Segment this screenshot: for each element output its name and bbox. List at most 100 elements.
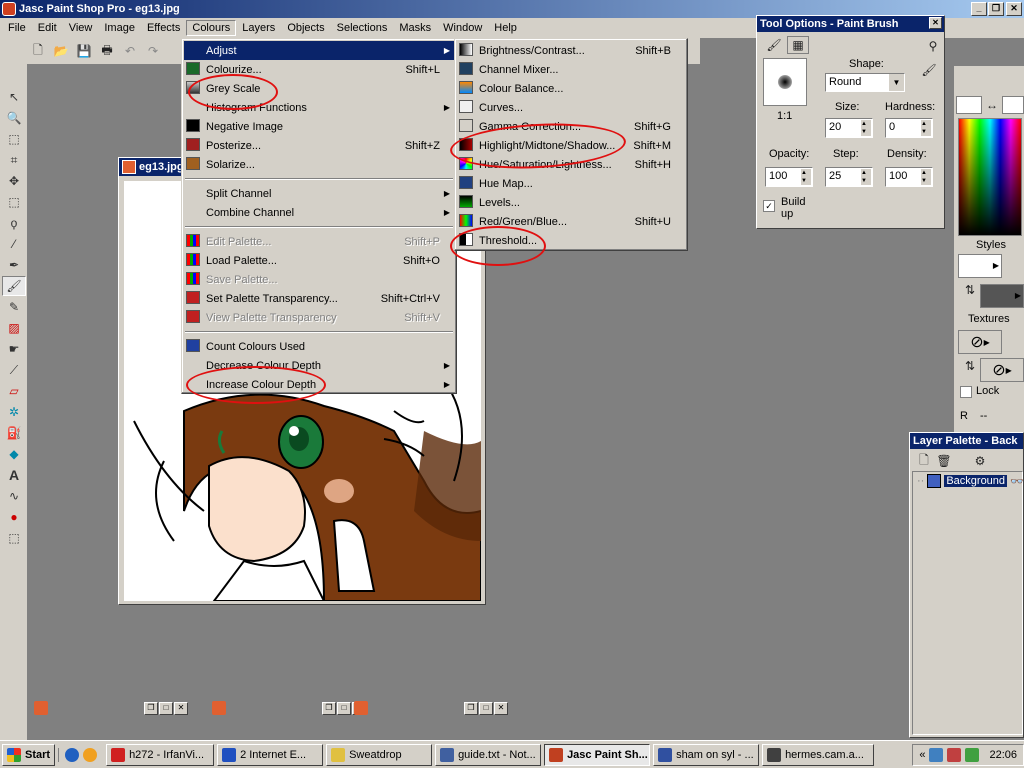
crop-tool-icon[interactable]: ⌗ [2,150,26,170]
tray-app-icon[interactable] [947,747,962,762]
menu-item-histogram-functions[interactable]: Histogram Functions ▶ [184,98,454,117]
arrow-tool-icon[interactable]: ↖ [2,87,26,107]
preset-shapes-tool-icon[interactable]: ● [2,507,26,527]
menu-item-grey-scale[interactable]: Grey Scale [184,79,454,98]
opacity-input[interactable]: 100 [765,167,813,187]
menu-item-channel-mixer[interactable]: Channel Mixer... [457,60,685,79]
restore-button[interactable]: ❐ [988,2,1004,16]
open-file-icon[interactable]: 📂 [51,41,71,61]
media-player-icon[interactable] [83,747,98,762]
background-style-swatch[interactable]: ▶ [980,284,1024,308]
menu-item-levels[interactable]: Levels... [457,193,685,212]
taskbar-item[interactable]: 2 Internet E... [217,743,324,766]
menu-help[interactable]: Help [488,20,523,36]
eraser-tool-icon[interactable]: ▱ [2,381,26,401]
step-input[interactable]: 25 [825,167,873,187]
menu-item-colour-balance[interactable]: Colour Balance... [457,79,685,98]
menu-item-save-palette[interactable]: Save Palette... [184,270,454,289]
close-button[interactable]: ✕ [1006,2,1022,16]
menu-item-negative-image[interactable]: Negative Image [184,117,454,136]
start-button[interactable]: Start [2,743,56,766]
lasso-tool-icon[interactable]: ϙ [2,213,26,233]
menu-selections[interactable]: Selections [331,20,394,36]
minimized-window[interactable]: Image3* [1:...❐□✕ [208,698,366,718]
tool-options-close-button[interactable]: ✕ [929,17,942,29]
menu-item-brightness-contrast[interactable]: Brightness/Contrast... Shift+B [457,41,685,60]
taskbar-item[interactable]: sham on syl - ... [653,743,760,766]
print-icon[interactable]: 🖶 [97,41,117,61]
network-icon[interactable] [929,747,944,762]
taskbar-item[interactable]: Jasc Paint Sh... [544,743,651,766]
menu-masks[interactable]: Masks [393,20,437,36]
no-texture-icon[interactable]: ⊘ ▶ [958,330,1002,354]
menu-item-posterize[interactable]: Posterize... Shift+Z [184,136,454,155]
restore-button[interactable]: ❐ [464,701,478,715]
menu-item-highlight-midtone-shadow[interactable]: Highlight/Midtone/Shadow... Shift+M [457,136,685,155]
menu-objects[interactable]: Objects [281,20,330,36]
taskbar-item[interactable]: Sweatdrop [326,743,433,766]
menu-item-hue-map[interactable]: Hue Map... [457,174,685,193]
colour-swatch-small-2[interactable] [1002,96,1024,114]
colour-replacer-tool-icon[interactable]: ▨ [2,318,26,338]
menu-item-decrease-colour-depth[interactable]: Decrease Colour Depth ▶ [184,356,454,375]
menu-item-hue-saturation-lightness[interactable]: Hue/Saturation/Lightness... Shift+H [457,155,685,174]
brush-options-icon[interactable]: ⚲ [923,36,943,56]
menu-item-combine-channel[interactable]: Combine Channel ▶ [184,203,454,222]
menu-item-load-palette[interactable]: Load Palette... Shift+O [184,251,454,270]
menu-effects[interactable]: Effects [141,20,186,36]
airbrush-tool-icon[interactable]: ⛽ [2,423,26,443]
visibility-icon[interactable]: 👓 [1010,475,1024,488]
layer-mask-icon[interactable]: ⚙ [972,453,988,469]
menu-item-solarize[interactable]: Solarize... [184,155,454,174]
menu-colours[interactable]: Colours [186,20,237,36]
scratch-remover-tool-icon[interactable]: ⟋ [2,360,26,380]
menu-item-increase-colour-depth[interactable]: Increase Colour Depth ▶ [184,375,454,394]
shape-select[interactable]: Round ▼ [825,73,905,92]
retouch-tool-icon[interactable]: ☛ [2,339,26,359]
hardness-input[interactable]: 0 [885,118,933,138]
menu-item-view-palette-transparency[interactable]: View Palette Transparency Shift+V [184,308,454,327]
menu-item-red-green-blue[interactable]: Red/Green/Blue... Shift+U [457,212,685,231]
minimized-window[interactable]: Image2* [1:... ❐ □ ✕ [30,698,188,718]
taskbar-item[interactable]: hermes.cam.a... [762,743,875,766]
swap-styles-icon[interactable]: ⇅ [960,280,980,300]
mover-tool-icon[interactable]: ✥ [2,171,26,191]
close-button[interactable]: ✕ [174,701,188,715]
undo-icon[interactable]: ↶ [120,41,140,61]
draw-tool-icon[interactable]: ∿ [2,486,26,506]
menu-item-curves[interactable]: Curves... [457,98,685,117]
paint-brush-tool-icon[interactable]: 🖌 [2,276,26,296]
maximize-button[interactable]: □ [479,701,493,715]
picture-tube-tool-icon[interactable]: ✲ [2,402,26,422]
new-file-icon[interactable]: 🗋 [28,41,48,61]
text-tool-icon[interactable]: A [2,465,26,485]
lock-checkbox[interactable] [960,386,972,398]
taskbar-item[interactable]: h272 - IrfanVi... [106,743,215,766]
menu-item-edit-palette[interactable]: Edit Palette... Shift+P [184,232,454,251]
object-selector-tool-icon[interactable]: ⬚ [2,528,26,548]
tray-app-icon-2[interactable] [965,747,980,762]
colour-spectrum[interactable] [958,118,1022,236]
taskbar-item[interactable]: guide.txt - Not... [435,743,542,766]
delete-layer-icon[interactable]: 🗑 [936,453,952,469]
colour-swatch-small[interactable] [956,96,982,114]
menu-item-set-palette-transparency[interactable]: Set Palette Transparency... Shift+Ctrl+V [184,289,454,308]
save-icon[interactable]: 💾 [74,41,94,61]
foreground-style-swatch[interactable]: ▶ [958,254,1002,278]
menu-window[interactable]: Window [437,20,488,36]
menu-item-gamma-correction[interactable]: Gamma Correction... Shift+G [457,117,685,136]
buildup-checkbox[interactable]: ✓ [763,200,775,212]
close-button[interactable]: ✕ [494,701,508,715]
menu-item-colourize[interactable]: Colourize... Shift+L [184,60,454,79]
no-texture-icon-2[interactable]: ⊘ ▶ [980,358,1024,382]
restore-button[interactable]: ❐ [322,701,336,715]
swap-textures-icon[interactable]: ⇅ [960,356,980,376]
options-tab-icon[interactable]: ▦ [787,36,809,54]
new-layer-icon[interactable]: 🗋 [916,453,932,469]
maximize-button[interactable]: □ [337,701,351,715]
swap-arrow-icon[interactable]: ↔ [982,96,1002,114]
menu-item-threshold[interactable]: Threshold... [457,231,685,250]
minimize-button[interactable]: _ [971,2,987,16]
menu-item-count-colours-used[interactable]: Count Colours Used [184,337,454,356]
size-input[interactable]: 20 [825,118,873,138]
